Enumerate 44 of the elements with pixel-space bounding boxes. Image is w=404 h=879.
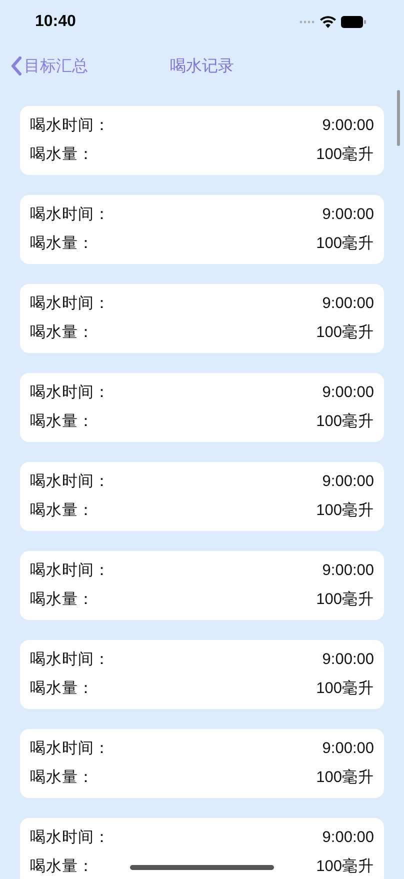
amount-value: 100毫升 <box>316 144 374 165</box>
amount-label: 喝水量： <box>30 145 94 165</box>
amount-value: 100毫升 <box>316 768 374 788</box>
amount-label: 喝水量： <box>30 679 94 699</box>
amount-value: 100毫升 <box>316 322 374 343</box>
amount-value: 100毫升 <box>316 234 374 254</box>
status-time: 10:40 <box>35 13 76 31</box>
time-label: 喝水时间： <box>30 739 110 759</box>
amount-value: 100毫升 <box>316 678 374 699</box>
time-value: 9:00:00 <box>322 116 374 136</box>
time-value: 9:00:00 <box>322 828 374 848</box>
time-label: 喝水时间： <box>30 561 110 581</box>
time-value: 9:00:00 <box>322 472 374 492</box>
time-value: 9:00:00 <box>322 561 374 581</box>
amount-label: 喝水量： <box>30 501 94 521</box>
time-value: 9:00:00 <box>322 739 374 759</box>
amount-value: 100毫升 <box>316 590 374 610</box>
amount-value: 100毫升 <box>316 856 374 877</box>
time-label: 喝水时间： <box>30 294 110 314</box>
amount-value: 100毫升 <box>316 412 374 432</box>
time-label: 喝水时间： <box>30 828 110 848</box>
back-button[interactable]: 目标汇总 <box>10 56 88 76</box>
time-value: 9:00:00 <box>322 205 374 225</box>
page-title: 喝水记录 <box>170 56 234 76</box>
amount-label: 喝水量： <box>30 234 94 254</box>
chevron-left-icon <box>10 56 22 76</box>
amount-label: 喝水量： <box>30 590 94 610</box>
time-label: 喝水时间： <box>30 383 110 403</box>
time-value: 9:00:00 <box>322 383 374 403</box>
time-label: 喝水时间： <box>30 472 110 492</box>
amount-label: 喝水量： <box>30 768 94 788</box>
scrollbar <box>397 90 400 146</box>
amount-value: 100毫升 <box>316 500 374 521</box>
battery-icon <box>341 16 366 28</box>
time-label: 喝水时间： <box>30 650 110 670</box>
time-label: 喝水时间： <box>30 116 110 136</box>
time-value: 9:00:00 <box>322 650 374 670</box>
time-label: 喝水时间： <box>30 205 110 225</box>
wifi-icon <box>320 16 336 28</box>
amount-label: 喝水量： <box>30 323 94 343</box>
amount-label: 喝水量： <box>30 857 94 877</box>
signal-dots-icon <box>299 20 315 24</box>
time-value: 9:00:00 <box>322 294 374 314</box>
amount-label: 喝水量： <box>30 412 94 432</box>
